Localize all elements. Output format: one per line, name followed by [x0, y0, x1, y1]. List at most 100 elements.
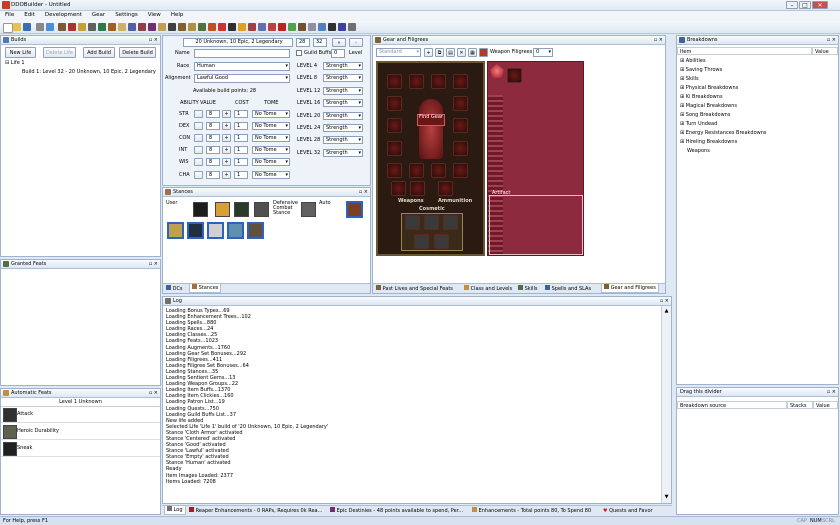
cross-swords-icon[interactable] — [328, 23, 336, 31]
tab-stances[interactable]: Stances — [189, 284, 222, 293]
slot-gloves[interactable] — [387, 163, 402, 178]
user-stance-4-icon[interactable] — [254, 202, 269, 217]
weapon-icon[interactable] — [88, 23, 96, 31]
tome-select-wis[interactable]: No Tome — [252, 158, 290, 167]
feats-icon[interactable] — [118, 23, 126, 31]
slot-cosmetic-1[interactable] — [405, 215, 420, 230]
filigree-icon[interactable] — [158, 23, 166, 31]
gearset-add-button[interactable]: + — [424, 48, 433, 57]
delete-life-button[interactable]: Delete Life — [43, 47, 76, 58]
gearset-redflag-button[interactable] — [479, 48, 488, 57]
level-up-button[interactable]: » — [332, 38, 346, 47]
levelup-stat-select[interactable]: Strength — [323, 111, 363, 120]
levelup-stat-select[interactable]: Strength — [323, 136, 363, 145]
panel-pin-close-icon[interactable]: ▫ × — [654, 36, 663, 44]
auto-stance-human-icon[interactable] — [346, 201, 363, 218]
destiny-icon[interactable] — [138, 23, 146, 31]
menu-edit[interactable]: Edit — [19, 11, 40, 18]
spells-icon[interactable] — [108, 23, 116, 31]
armor-icon[interactable] — [178, 23, 186, 31]
name-input[interactable] — [194, 49, 290, 58]
sword-icon[interactable] — [168, 23, 176, 31]
slot-necklace[interactable] — [431, 74, 446, 89]
slot-armor[interactable] — [387, 118, 402, 133]
levelup-stat-select[interactable]: Strength — [323, 124, 363, 132]
quest-icon[interactable] — [198, 23, 206, 31]
tab-spells[interactable]: Spells and SLAs — [545, 285, 591, 293]
slot-cosmetic-3[interactable] — [443, 215, 458, 230]
settings-icon[interactable] — [348, 23, 356, 31]
tab-past-lives[interactable]: Past Lives and Special Feats — [376, 285, 453, 293]
levelup-stat-select[interactable]: Strength — [323, 74, 363, 83]
scroll-icon[interactable] — [308, 23, 316, 31]
breakdown-source-header[interactable]: Breakdown source — [677, 401, 787, 409]
maximize-button[interactable]: □ — [799, 1, 811, 9]
gearset-copy-button[interactable]: ⧉ — [435, 48, 444, 57]
minimize-button[interactable]: – — [786, 1, 798, 9]
ability-increase-button[interactable]: + — [222, 146, 231, 155]
find-gear-button[interactable]: Find Gear — [417, 114, 445, 126]
guild-level-input[interactable]: 0 — [331, 49, 345, 58]
stance-icon[interactable] — [58, 23, 66, 31]
tree-life-item[interactable]: ⊟ Life 1 — [5, 59, 25, 68]
levelup-stat-select[interactable]: Strength — [323, 86, 363, 95]
slot-off-hand[interactable] — [410, 181, 425, 196]
tab-class-levels[interactable]: Class and Levels — [464, 285, 512, 293]
tab-epic-destinies[interactable]: Epic Destinies - 48 points available to … — [330, 507, 463, 515]
panel-pin-close-icon[interactable]: ▫ × — [660, 297, 669, 305]
breakdowns-item-header[interactable]: Item — [677, 47, 812, 55]
divider-header[interactable]: Drag this divider ▫ × — [677, 388, 838, 397]
gearset-select[interactable]: Standard — [376, 48, 421, 57]
breakdown-item[interactable]: ⊞ Saving Throws — [680, 66, 767, 75]
tree-build-item[interactable]: Build 1: Level 32 - 20 Unknown, 10 Epic,… — [22, 68, 156, 77]
menu-view[interactable]: View — [143, 11, 166, 18]
lawful-stance-icon[interactable] — [227, 222, 244, 239]
centered-stance-icon[interactable] — [187, 222, 204, 239]
user-stance-3-icon[interactable] — [234, 202, 249, 217]
gear-icon[interactable] — [78, 23, 86, 31]
slot-ring-1[interactable] — [453, 118, 468, 133]
tome-select-cha[interactable]: No Tome — [252, 170, 290, 179]
breakdown-item[interactable]: ⊞ Energy Resistances Breakdowns — [680, 129, 767, 138]
add-build-button[interactable]: Add Build — [83, 47, 115, 58]
tab-dcs[interactable]: DCs — [166, 285, 183, 293]
breakdown-item[interactable]: ⊞ Abilities — [680, 57, 767, 66]
stacks-header[interactable]: Stacks — [787, 401, 813, 409]
ability-increase-button[interactable]: + — [222, 122, 231, 131]
wand-icon[interactable] — [338, 23, 346, 31]
panel-pin-close-icon[interactable]: ▫ × — [149, 260, 158, 268]
save-icon[interactable] — [23, 23, 31, 31]
ability-decrease-button[interactable] — [194, 170, 203, 179]
slot-bracers[interactable] — [387, 141, 402, 156]
log-scrollbar[interactable]: ▲ ▼ — [661, 306, 671, 503]
panel-pin-close-icon[interactable]: ▫ × — [359, 188, 368, 196]
breakdown-item[interactable]: Weapons — [680, 147, 767, 156]
tome-select-int[interactable]: No Tome — [252, 146, 290, 155]
slot-main-hand[interactable] — [391, 181, 406, 196]
menu-development[interactable]: Development — [40, 11, 87, 18]
slot-cosmetic-5[interactable] — [434, 234, 449, 249]
race-select[interactable]: Human — [194, 62, 290, 71]
help-icon[interactable] — [46, 23, 54, 31]
ability-decrease-button[interactable] — [194, 134, 203, 143]
breakdown-item[interactable]: ⊞ Turn Undead — [680, 120, 767, 129]
slot-ring-2[interactable] — [453, 141, 468, 156]
levelup-stat-select[interactable]: Strength — [323, 99, 363, 108]
shield-icon[interactable] — [188, 23, 196, 31]
user-stance-1-icon[interactable] — [193, 202, 208, 217]
scroll-up-icon[interactable]: ▲ — [663, 308, 670, 315]
ability-increase-button[interactable]: + — [222, 134, 231, 143]
panel-pin-close-icon[interactable]: ▫ × — [827, 388, 836, 396]
user-stance-2-icon[interactable] — [215, 202, 230, 217]
panel-pin-close-icon[interactable]: ▫ × — [827, 36, 836, 44]
ability-increase-button[interactable]: + — [222, 170, 231, 179]
empty-stance-icon[interactable] — [247, 222, 264, 239]
character-icon[interactable] — [68, 23, 76, 31]
stop-icon[interactable] — [278, 23, 286, 31]
new-icon[interactable] — [3, 23, 13, 33]
tome-select-con[interactable]: No Tome — [252, 134, 290, 143]
gearset-options-button[interactable]: ▦ — [468, 48, 477, 57]
slot-belt[interactable] — [453, 96, 468, 111]
breakdowns-value-header[interactable]: Value — [812, 47, 838, 55]
tab-quests-favor[interactable]: ♥ Quests and Favor — [603, 507, 653, 515]
